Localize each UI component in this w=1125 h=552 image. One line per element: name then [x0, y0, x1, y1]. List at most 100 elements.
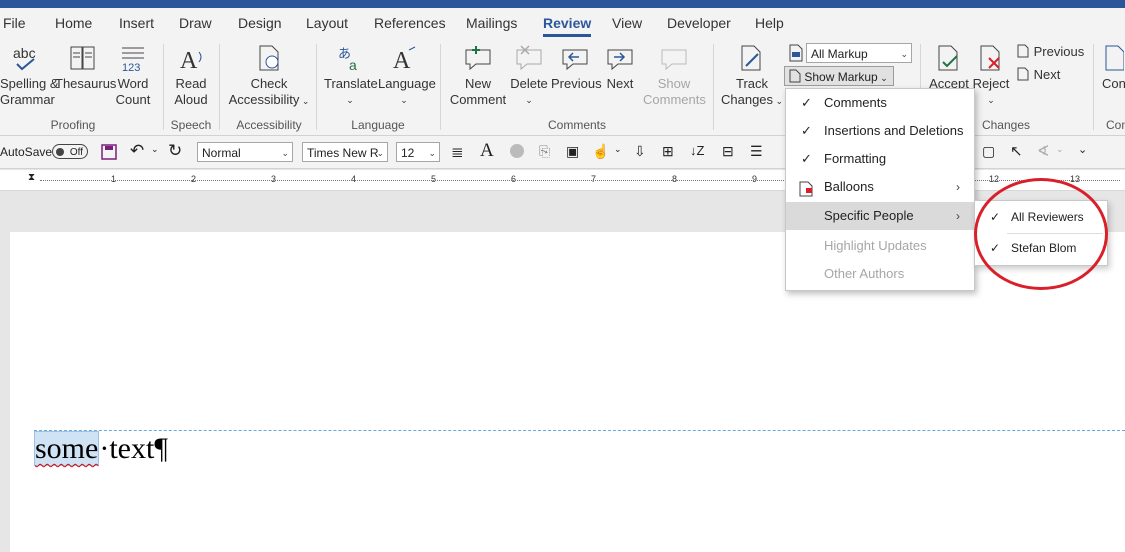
ruler-number: 13: [1070, 174, 1081, 184]
read-aloud-button[interactable]: A Read Aloud: [170, 44, 212, 108]
tab-home[interactable]: Home: [55, 15, 92, 31]
title-bar: [0, 0, 1125, 8]
tab-help[interactable]: Help: [755, 15, 784, 31]
track-changes-button[interactable]: Track Changes ⌄: [721, 44, 783, 109]
svg-text:A: A: [393, 48, 411, 72]
group-proofing-label: Proofing: [50, 118, 96, 132]
compare-label: Con: [1102, 76, 1125, 91]
previous-comment-button[interactable]: Previous: [551, 44, 602, 92]
language-button[interactable]: A Language ⌄: [378, 44, 436, 108]
highlight-icon[interactable]: [510, 144, 524, 158]
paste-icon[interactable]: ⇩: [634, 143, 646, 160]
previous-change-button[interactable]: Previous: [1016, 44, 1084, 60]
document-text[interactable]: some·text¶: [34, 431, 168, 466]
menu-item-specific-people[interactable]: Specific People ›: [786, 202, 974, 230]
sort-icon[interactable]: ↓Z: [690, 143, 704, 158]
check-label-2: Accessibility: [228, 92, 300, 107]
menu-item-comments[interactable]: ✓ Comments: [786, 89, 974, 117]
delete-comment-button[interactable]: Delete ⌄: [508, 44, 550, 108]
menu-item-formatting[interactable]: ✓ Formatting: [786, 145, 974, 173]
autosave-toggle[interactable]: Off: [52, 144, 88, 159]
tab-view[interactable]: View: [612, 15, 642, 31]
tab-review[interactable]: Review: [543, 15, 592, 37]
select-icon[interactable]: ↖: [1010, 142, 1023, 160]
menu-item-label: Other Authors: [824, 266, 905, 281]
show-markup-label: Show Markup: [804, 70, 878, 84]
touch-mode-icon[interactable]: ☝: [592, 143, 609, 160]
tab-layout[interactable]: Layout: [306, 15, 348, 31]
tab-draw[interactable]: Draw: [179, 15, 212, 31]
tab-developer[interactable]: Developer: [667, 15, 731, 31]
markup-icon: [788, 44, 804, 65]
undo-icon[interactable]: ↶: [130, 141, 144, 161]
table-icon[interactable]: ⊟: [722, 143, 734, 160]
check-label-1: Check: [250, 76, 288, 91]
tab-references[interactable]: References: [374, 15, 446, 31]
divider: [440, 44, 441, 130]
spelling-grammar-button[interactable]: abc Spelling & Grammar: [0, 44, 59, 108]
group-comments-label: Comments: [547, 118, 606, 132]
translate-button[interactable]: あa Translate ⌄: [324, 44, 378, 108]
selected-word[interactable]: some: [34, 431, 100, 466]
ruler-number: 7: [591, 174, 597, 184]
chevron-down-icon[interactable]: ⌄: [151, 144, 159, 155]
font-value: Times New R: [307, 146, 379, 160]
redo-icon[interactable]: ↻: [168, 141, 182, 161]
svg-text:a: a: [349, 57, 357, 72]
reject-button[interactable]: Reject ⌄: [972, 44, 1010, 108]
chevron-down-icon[interactable]: ⌄: [1056, 144, 1064, 155]
style-dropdown[interactable]: Normal ⌄: [197, 142, 293, 162]
text-box-icon[interactable]: ▣: [566, 143, 579, 160]
new-comment-icon: [465, 46, 491, 71]
next-comment-button[interactable]: Next: [601, 44, 639, 92]
divider: [316, 44, 317, 130]
bullets-icon[interactable]: ☰: [750, 143, 763, 160]
check-icon: ✓: [801, 123, 812, 138]
chevron-down-icon[interactable]: ⌄: [614, 144, 622, 155]
thesaurus-button[interactable]: Thesaurus: [55, 44, 116, 92]
customize-qat-icon[interactable]: ⌄: [1078, 143, 1087, 156]
font-size-value: 12: [401, 146, 415, 160]
tab-mailings[interactable]: Mailings: [466, 15, 517, 31]
word-count-button[interactable]: 123 Word Count: [114, 44, 152, 108]
font-dropdown[interactable]: Times New R ⌄: [302, 142, 388, 162]
accept-button[interactable]: Accept: [928, 44, 970, 92]
menu-item-balloons[interactable]: Balloons ›: [786, 173, 974, 201]
new-comment-button[interactable]: New Comment: [449, 44, 507, 108]
font-size-dropdown[interactable]: 12 ⌄: [396, 142, 440, 162]
grid-icon[interactable]: ⊞: [662, 143, 674, 160]
group-language-label: Language: [351, 118, 405, 132]
save-icon[interactable]: [101, 144, 117, 163]
chevron-down-icon[interactable]: ⌄: [900, 44, 908, 62]
tab-file[interactable]: File: [3, 15, 26, 31]
pen-icon[interactable]: ∢: [1037, 142, 1050, 160]
language-icon: A: [393, 46, 416, 74]
ruler-number: 4: [351, 174, 357, 184]
screenshot-icon[interactable]: ▢: [982, 143, 995, 160]
display-for-review-dropdown[interactable]: All Markup ⌄: [806, 43, 912, 63]
paragraph-format-icon[interactable]: ≣: [451, 143, 464, 161]
tab-insert[interactable]: Insert: [119, 15, 154, 31]
language-label: Language: [378, 76, 436, 91]
menu-item-other-authors[interactable]: Other Authors: [786, 260, 974, 288]
show-markup-button[interactable]: Show Markup ⌄: [784, 66, 894, 86]
annotation-circle: [974, 178, 1108, 290]
next-change-button[interactable]: Next: [1016, 67, 1060, 83]
document-word[interactable]: ·text: [99, 432, 154, 465]
track-changes-icon: [741, 45, 761, 71]
indent-marker-icon[interactable]: ⧗: [28, 172, 35, 183]
show-comments-button[interactable]: Show Comments: [643, 44, 706, 108]
chevron-right-icon: ›: [956, 209, 960, 223]
check-accessibility-button[interactable]: Check Accessibility ⌄: [228, 44, 310, 109]
spelling-label-1: Spelling &: [0, 76, 59, 91]
font-color-icon[interactable]: A: [480, 140, 494, 162]
previous-comment-label: Previous: [551, 76, 602, 91]
clear-format-icon[interactable]: ⎘: [539, 143, 550, 160]
menu-item-highlight-updates[interactable]: Highlight Updates: [786, 232, 974, 260]
divider: [1093, 44, 1094, 130]
divider: [219, 44, 220, 130]
compare-button[interactable]: Con: [1102, 44, 1125, 92]
tab-design[interactable]: Design: [238, 15, 282, 31]
menu-item-insertions-deletions[interactable]: ✓ Insertions and Deletions: [786, 117, 974, 145]
group-speech-label: Speech: [170, 118, 212, 132]
